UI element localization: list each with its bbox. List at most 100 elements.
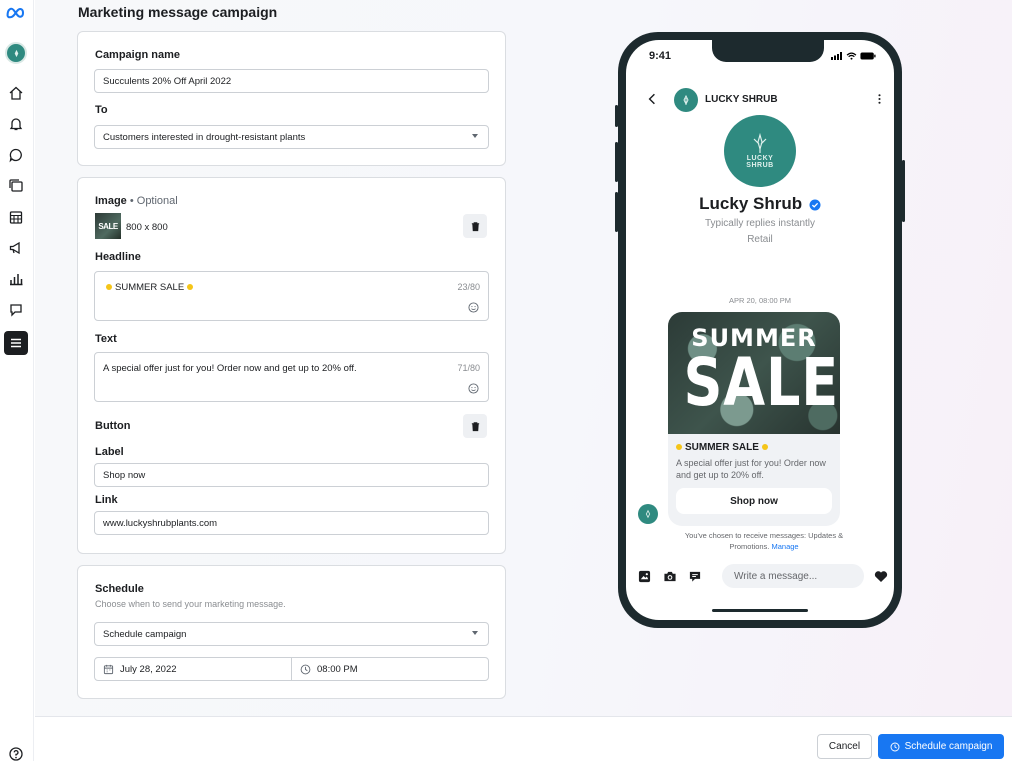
heart-icon[interactable] [874,570,888,583]
back-arrow-icon[interactable] [648,92,656,106]
campaign-name-label: Campaign name [95,49,180,61]
image-label: Image • Optional [95,195,178,207]
text-char-count: 71/80 [457,363,480,373]
chevron-down-icon [472,631,478,635]
headline-value: SUMMER SALE [115,282,185,293]
ads-icon[interactable] [4,236,28,260]
trash-icon [471,221,479,231]
sun-emoji-icon [676,444,682,451]
phone-notch [712,40,824,62]
plant-logo-icon [683,94,689,106]
message-card: SUMMER SALE SUMMER SALE A special offer … [668,312,840,526]
link-value: www.luckyshrubplants.com [103,517,218,529]
emoji-picker-icon[interactable] [468,383,479,394]
schedule-subtitle: Choose when to send your marketing messa… [95,599,286,609]
home-icon[interactable] [4,81,28,105]
page-category: Retail [747,234,773,245]
help-icon[interactable] [4,742,28,761]
status-time: 9:41 [649,50,672,62]
chat-header-name: LUCKY SHRUB [705,94,778,105]
optional-tag: • Optional [126,195,178,207]
camera-icon[interactable] [663,570,677,583]
consent-notice: You've chosen to receive messages: Updat… [684,531,844,551]
battery-icon [860,52,876,60]
menu-icon[interactable] [4,331,28,355]
to-label: To [95,104,108,116]
sale-image: SUMMER SALE [668,312,840,434]
account-avatar[interactable] [4,41,28,65]
headline-label: Headline [95,251,141,263]
schedule-mode-select[interactable]: Schedule campaign [94,622,489,646]
clock-icon [890,742,900,751]
signal-icon [831,52,842,60]
status-icons [831,52,876,60]
content-icon[interactable] [4,174,28,198]
shop-now-button[interactable]: Shop now [676,488,832,514]
page-title: Marketing message campaign [78,4,278,20]
notifications-icon[interactable] [4,112,28,136]
sun-emoji-icon [187,284,194,291]
wifi-icon [846,52,857,60]
phone-screen: 9:41 LUCKY SHRUB LUCKY SHRUB Lucky Shrub… [626,40,894,620]
reply-time: Typically replies instantly [704,218,816,229]
page-avatar: LUCKY SHRUB [724,115,796,187]
campaign-name-value: Succulents 20% Off April 2022 [103,75,232,87]
text-label: Text [95,333,117,345]
sender-avatar [638,504,658,524]
button-section-label: Button [95,420,131,432]
insights-icon[interactable] [4,267,28,291]
inbox-icon[interactable] [4,298,28,322]
emoji-picker-icon[interactable] [468,302,479,313]
card-text: A special offer just for you! Order now … [676,458,826,480]
button-label-input[interactable]: Shop now [94,463,489,487]
link-label: Link [95,494,118,506]
schedule-title: Schedule [95,583,144,595]
campaign-name-input[interactable]: Succulents 20% Off April 2022 [94,69,489,93]
verified-badge-icon [809,199,821,211]
audience-value: Customers interested in drought-resistan… [103,131,306,143]
meta-logo-icon[interactable] [3,0,31,24]
plant-logo-icon [645,509,651,519]
trash-icon [471,421,479,431]
home-indicator [712,609,808,612]
header-avatar [674,88,698,112]
card-headline: SUMMER SALE [676,442,771,453]
button-label-value: Shop now [103,469,146,481]
time-picker[interactable]: 08:00 PM [291,657,489,681]
chat-icon[interactable] [4,143,28,167]
sticker-icon[interactable] [688,570,702,583]
remove-image-button[interactable] [463,214,487,238]
clock-icon [300,664,311,674]
time-value: 08:00 PM [317,663,358,675]
planner-icon[interactable] [4,205,28,229]
manage-link[interactable]: Manage [772,542,799,551]
image-thumbnail[interactable]: SALE [95,213,121,239]
body-text-value: A special offer just for you! Order now … [103,363,357,374]
left-rail [0,0,34,761]
audience-select[interactable]: Customers interested in drought-resistan… [94,125,489,149]
more-options-icon[interactable] [878,93,881,105]
page-name: Lucky Shrub [626,194,894,214]
plant-logo-icon [753,133,767,153]
date-value: July 28, 2022 [120,663,177,675]
link-input[interactable]: www.luckyshrubplants.com [94,511,489,535]
button-label-label: Label [95,446,124,458]
body-text-input[interactable]: A special offer just for you! Order now … [94,352,489,402]
sun-emoji-icon [761,444,768,451]
remove-button-button[interactable] [463,414,487,438]
headline-char-count: 23/80 [457,282,480,292]
message-timestamp: APR 20, 08:00 PM [728,296,792,305]
gallery-icon[interactable] [638,570,651,583]
schedule-mode-value: Schedule campaign [103,628,187,640]
cancel-button[interactable]: Cancel [817,734,872,759]
image-size: 800 x 800 [126,222,168,233]
headline-input[interactable]: SUMMER SALE 23/80 [94,271,489,321]
message-composer[interactable]: Write a message... [722,564,864,588]
calendar-icon [103,664,114,674]
date-picker[interactable]: July 28, 2022 [94,657,292,681]
phone-power-button [902,160,905,222]
phone-preview: 9:41 LUCKY SHRUB LUCKY SHRUB Lucky Shrub… [618,32,902,628]
schedule-campaign-button[interactable]: Schedule campaign [878,734,1004,759]
sun-emoji-icon [106,284,112,291]
chevron-down-icon [472,134,478,138]
